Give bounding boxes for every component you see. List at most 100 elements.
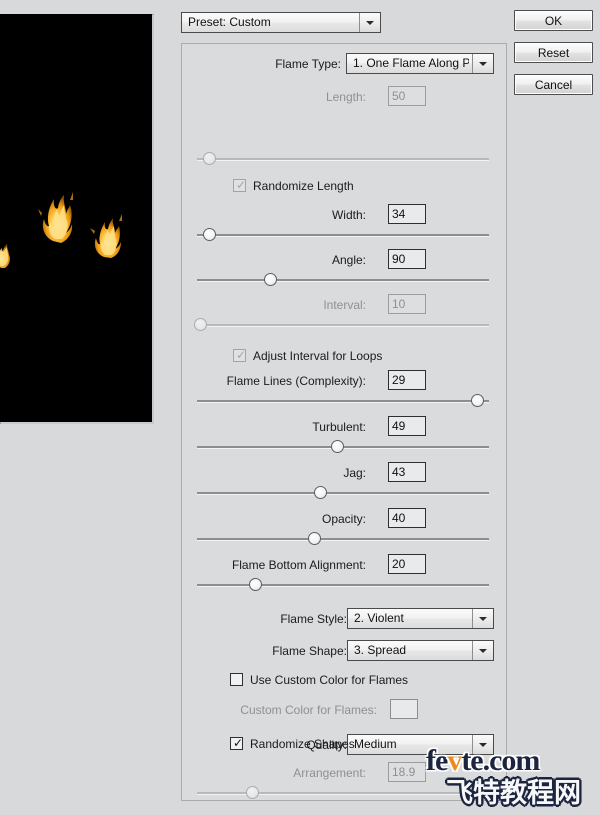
turbulent-value[interactable]: 49 — [388, 416, 426, 436]
slider-knob[interactable] — [308, 532, 321, 545]
row-custom-color: Custom Color for Flames: — [182, 699, 507, 723]
slider-track — [197, 584, 489, 587]
chevron-down-icon[interactable] — [359, 13, 380, 32]
width-slider[interactable] — [197, 228, 489, 242]
custom-color-swatch[interactable] — [390, 699, 418, 719]
chevron-down-icon[interactable] — [472, 54, 493, 73]
flame-preview[interactable] — [0, 14, 152, 422]
custom-color-label: Custom Color for Flames: — [240, 699, 377, 721]
checkbox-box: ✓ — [233, 349, 246, 362]
length-label: Length: — [326, 86, 366, 108]
flame-type-label: Flame Type: — [275, 53, 341, 75]
slider-track — [197, 400, 489, 403]
flame-shape-dropdown[interactable]: 3. Spread — [347, 640, 494, 661]
flame-lines-value[interactable]: 29 — [388, 370, 426, 390]
slider-track — [197, 158, 489, 161]
slider-knob[interactable] — [203, 228, 216, 241]
row-turbulent: Turbulent: 49 — [182, 416, 507, 440]
checkbox-box — [230, 673, 243, 686]
angle-label: Angle: — [332, 249, 366, 271]
flame-shape-label: Flame Shape: — [272, 640, 347, 662]
dialog-button-column: OK Reset Cancel — [514, 10, 593, 106]
reset-button[interactable]: Reset — [514, 42, 593, 63]
jag-value[interactable]: 43 — [388, 462, 426, 482]
flame-bottom-alignment-value[interactable]: 20 — [388, 554, 426, 574]
turbulent-slider[interactable] — [197, 440, 489, 454]
slider-track — [197, 792, 489, 795]
slider-track — [197, 324, 489, 327]
slider-knob[interactable] — [246, 786, 259, 799]
angle-value[interactable]: 90 — [388, 249, 426, 269]
flame-type-value: 1. One Flame Along Path — [353, 54, 469, 73]
opacity-value[interactable]: 40 — [388, 508, 426, 528]
slider-knob[interactable] — [203, 152, 216, 165]
slider-knob[interactable] — [314, 486, 327, 499]
row-flame-type: Flame Type: 1. One Flame Along Path — [182, 53, 507, 77]
flame-style-value: 2. Violent — [354, 609, 469, 628]
jag-label: Jag: — [343, 462, 366, 484]
checkbox-box: ✓ — [230, 737, 243, 750]
opacity-label: Opacity: — [322, 508, 366, 530]
preset-dropdown[interactable]: Preset: Custom — [181, 12, 381, 33]
row-width: Width: 34 — [182, 204, 507, 228]
check-icon: ✓ — [233, 737, 243, 749]
row-opacity: Opacity: 40 — [182, 508, 507, 532]
randomize-length-label: Randomize Length — [253, 177, 354, 195]
slider-knob[interactable] — [471, 394, 484, 407]
flame-settings-panel: Flame Type: 1. One Flame Along Path Leng… — [181, 43, 507, 801]
row-angle: Angle: 90 — [182, 249, 507, 273]
arrangement-label: Arrangement: — [293, 762, 366, 784]
preset-row: Preset: Custom — [181, 12, 381, 33]
flame-bottom-alignment-label: Flame Bottom Alignment: — [232, 554, 366, 576]
interval-label: Interval: — [323, 294, 366, 316]
quality-dropdown[interactable]: Medium — [347, 734, 494, 755]
row-jag: Jag: 43 — [182, 462, 507, 486]
length-slider[interactable] — [197, 152, 489, 166]
slider-track — [197, 538, 489, 541]
slider-knob[interactable] — [194, 318, 207, 331]
row-interval: Interval: 10 — [182, 294, 507, 318]
row-flame-bottom-alignment: Flame Bottom Alignment: 20 — [182, 554, 507, 578]
flame-style-dropdown[interactable]: 2. Violent — [347, 608, 494, 629]
flame-style-label: Flame Style: — [280, 608, 347, 630]
slider-knob[interactable] — [331, 440, 344, 453]
flame-bottom-alignment-slider[interactable] — [197, 578, 489, 592]
interval-slider[interactable] — [197, 318, 489, 332]
flame-type-dropdown[interactable]: 1. One Flame Along Path — [346, 53, 494, 74]
width-value[interactable]: 34 — [388, 204, 426, 224]
arrangement-slider[interactable] — [197, 786, 489, 800]
interval-value[interactable]: 10 — [388, 294, 426, 314]
slider-track — [197, 279, 489, 282]
chevron-down-icon[interactable] — [472, 735, 493, 754]
jag-slider[interactable] — [197, 486, 489, 500]
ok-button[interactable]: OK — [514, 10, 593, 31]
opacity-slider[interactable] — [197, 532, 489, 546]
flame-lines-label: Flame Lines (Complexity): — [227, 370, 366, 392]
flame-filter-dialog: OK Reset Cancel Preset: Custom Flame Typ… — [0, 0, 600, 815]
randomize-shapes-label: Randomize Shapes — [250, 735, 355, 753]
preset-value: Preset: Custom — [188, 13, 356, 32]
quality-value: Medium — [354, 735, 469, 754]
length-value[interactable]: 50 — [388, 86, 426, 106]
adjust-interval-label: Adjust Interval for Loops — [253, 347, 382, 365]
width-label: Width: — [332, 204, 366, 226]
cancel-button[interactable]: Cancel — [514, 74, 593, 95]
row-length: Length: 50 — [182, 86, 507, 110]
use-custom-color-label: Use Custom Color for Flames — [250, 671, 408, 689]
row-flame-style: Flame Style: 2. Violent — [182, 608, 507, 632]
angle-slider[interactable] — [197, 273, 489, 287]
flame-lines-slider[interactable] — [197, 394, 489, 408]
checkbox-box: ✓ — [233, 179, 246, 192]
slider-track — [197, 234, 489, 237]
slider-knob[interactable] — [264, 273, 277, 286]
check-icon: ✓ — [236, 349, 246, 361]
check-icon: ✓ — [236, 179, 246, 191]
slider-knob[interactable] — [249, 578, 262, 591]
slider-track — [197, 492, 489, 495]
chevron-down-icon[interactable] — [472, 609, 493, 628]
flame-graphics — [0, 14, 152, 422]
arrangement-value[interactable]: 18.9 — [388, 762, 426, 782]
row-flame-shape: Flame Shape: 3. Spread — [182, 640, 507, 664]
chevron-down-icon[interactable] — [472, 641, 493, 660]
preview-frame — [0, 14, 154, 424]
